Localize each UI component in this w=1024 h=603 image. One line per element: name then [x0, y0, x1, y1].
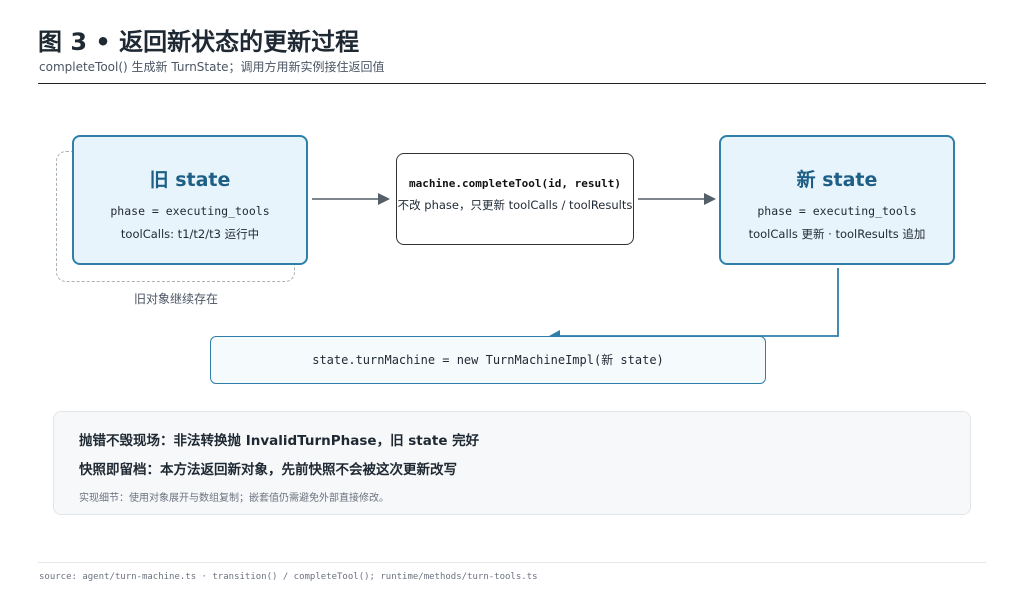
arrow-call-to-new — [638, 193, 716, 205]
arrow-old-to-call — [312, 193, 390, 205]
source-footer: source: agent/turn-machine.ts · transiti… — [39, 572, 538, 582]
note-error-safety: 抛错不毁现场：非法转换抛 InvalidTurnPhase，旧 state 完好 — [79, 433, 480, 449]
arrow-new-to-assignment — [549, 268, 839, 340]
footer-divider — [38, 562, 986, 563]
note-implementation-detail: 实现细节：使用对象展开与数组复制；嵌套值仍需避免外部直接修改。 — [79, 493, 389, 504]
notes-panel: 抛错不毁现场：非法转换抛 InvalidTurnPhase，旧 state 完好… — [53, 411, 971, 515]
turn-machine-assignment-box: state.turnMachine = new TurnMachineImpl(… — [210, 336, 766, 384]
note-snapshot-archive: 快照即留档：本方法返回新对象，先前快照不会被这次更新改写 — [79, 462, 457, 478]
